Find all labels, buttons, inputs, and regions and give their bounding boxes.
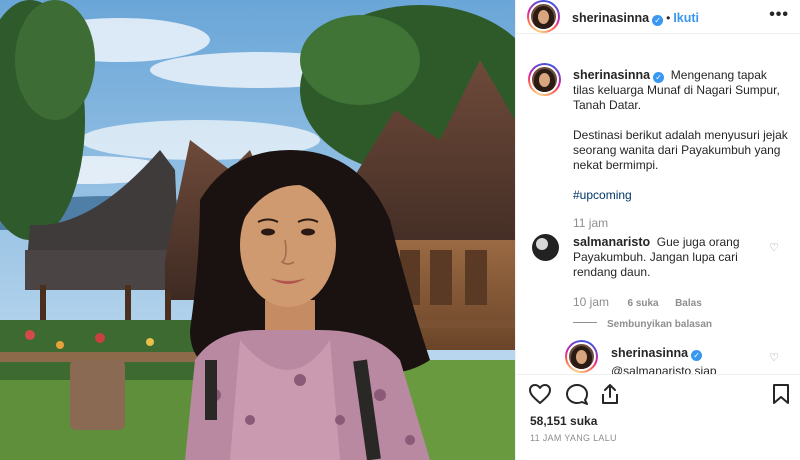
reply-text: sherinasinna ✓ [611,346,771,361]
author-avatar[interactable] [527,0,560,33]
caption-username[interactable]: sherinasinna [573,68,650,82]
post-header: sherinasinna ✓ • Ikuti ••• [516,0,800,34]
caption: sherinasinna ✓ Mengenang tapak tilas kelu… [573,68,791,230]
more-options-icon[interactable]: ••• [769,6,789,24]
follow-button[interactable]: Ikuti [673,11,699,25]
likes-count[interactable]: 58,151 suka [530,414,597,428]
reply-button[interactable]: Balas [675,298,702,309]
caption-timestamp[interactable]: 11 jam [573,216,791,230]
caption-text: sherinasinna ✓ Mengenang tapak tilas kelu… [573,68,791,113]
reply-like-heart-icon[interactable]: ♡ [769,351,779,364]
caption-body-2: Destinasi berikut adalah menyusuri jejak… [573,128,788,172]
reply-body: @salmanaristo siap [611,364,717,374]
post-photo[interactable] [0,0,515,460]
hashtag-link[interactable]: #upcoming [573,188,791,203]
separator-dot: • [666,11,671,25]
caption-author-avatar[interactable] [528,63,561,96]
reply-thread-line [573,322,597,324]
comment: salmanaristo Gue juga orang Payakumbuh. … [573,235,768,280]
comment-likes-count[interactable]: 6 suka [627,298,658,309]
reply-author-avatar[interactable] [565,340,598,373]
comments-area[interactable]: sherinasinna ✓ Mengenang tapak tilas kelu… [516,35,800,374]
verified-badge-icon: ✓ [652,15,664,26]
comment-timestamp[interactable]: 10 jam [573,295,609,309]
comment-meta: 10 jam 6 suka Balas [573,293,702,311]
author-username[interactable]: sherinasinna [572,11,649,25]
post-timestamp[interactable]: 11 JAM YANG LALU [530,433,617,443]
post-side-panel: sherinasinna ✓ • Ikuti ••• sherinasinna ✓ Me… [515,0,800,460]
commenter-avatar[interactable] [532,234,559,261]
commenter-username[interactable]: salmanaristo [573,235,650,249]
comment-text: salmanaristo Gue juga orang Payakumbuh. … [573,235,768,280]
like-heart-icon[interactable] [528,383,552,410]
header-user-row: sherinasinna ✓ • Ikuti [572,9,699,27]
reply: sherinasinna ✓ @salmanaristo siap [611,346,771,374]
verified-badge-icon: ✓ [691,350,703,361]
verified-badge-icon: ✓ [653,72,665,83]
comment-like-heart-icon[interactable]: ♡ [769,241,779,254]
post-actions: 58,151 suka 11 JAM YANG LALU [516,374,800,460]
reply-username[interactable]: sherinasinna [611,346,688,360]
hide-replies-toggle[interactable]: Sembunyikan balasan [573,314,712,332]
comment-bubble-icon[interactable] [565,383,589,410]
hide-replies-label: Sembunyikan balasan [607,319,713,330]
bookmark-icon[interactable] [772,383,790,410]
photo-illustration [0,0,515,460]
share-icon[interactable] [599,383,621,410]
